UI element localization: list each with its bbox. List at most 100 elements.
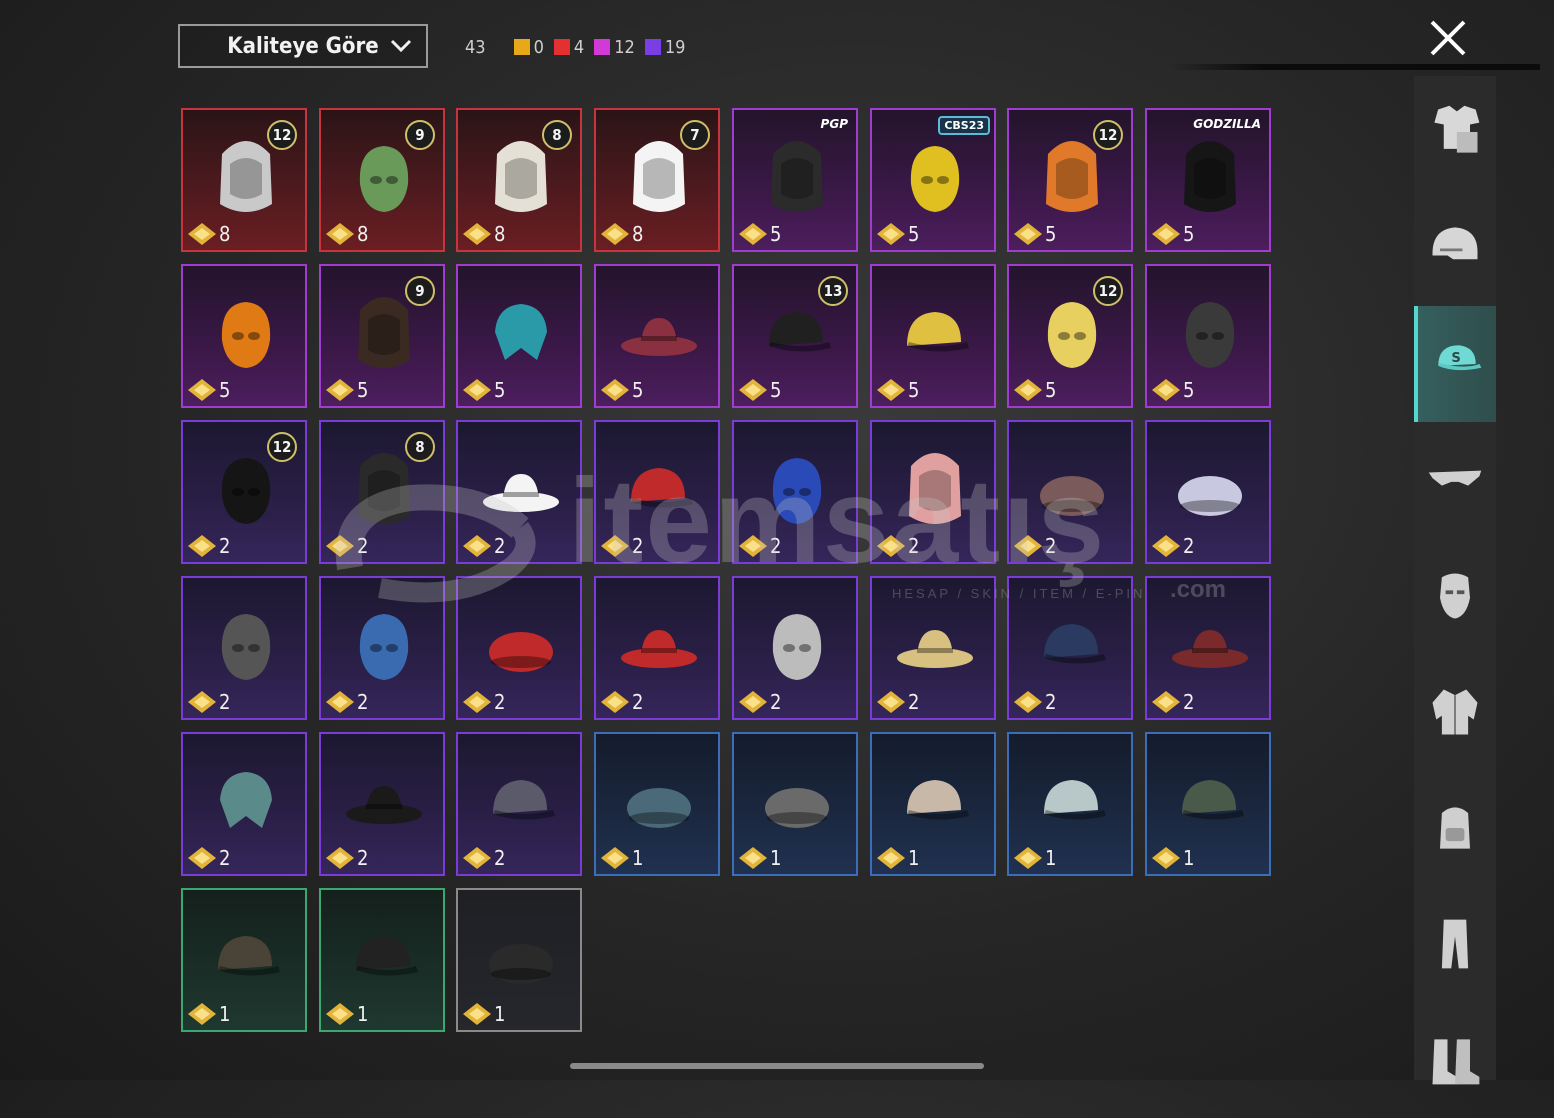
item-card[interactable]: 2	[319, 576, 445, 720]
item-points-value: 2	[1183, 534, 1195, 558]
count-red-value: 4	[573, 36, 585, 58]
item-card[interactable]: 78	[594, 108, 720, 252]
item-card[interactable]: 1	[870, 732, 996, 876]
item-card[interactable]: 2	[181, 576, 307, 720]
category-tab-outfit[interactable]	[1414, 74, 1496, 190]
sort-dropdown-label: Kaliteye Göre	[227, 33, 379, 59]
item-card[interactable]: GODZILLA 5	[1145, 108, 1271, 252]
item-card[interactable]: 2	[732, 420, 858, 564]
coin-diamond-icon	[739, 847, 767, 869]
item-card[interactable]: 12 2	[181, 420, 307, 564]
item-card[interactable]: 1	[456, 888, 582, 1032]
coin-diamond-icon	[1014, 535, 1042, 557]
cap-icon: S	[1438, 345, 1482, 371]
cricket-helmet-icon	[772, 458, 822, 524]
item-card[interactable]: 2	[1007, 576, 1133, 720]
coin-diamond-icon	[877, 535, 905, 557]
item-card[interactable]: 1	[732, 732, 858, 876]
item-card[interactable]: 1	[594, 732, 720, 876]
shark-head-icon	[772, 614, 822, 680]
item-points: 1	[600, 846, 643, 870]
coin-diamond-icon	[326, 223, 354, 245]
item-card[interactable]: CBS23 5	[870, 108, 996, 252]
coin-diamond-icon	[601, 847, 629, 869]
item-card[interactable]: 5	[1145, 264, 1271, 408]
item-card[interactable]: 2	[594, 420, 720, 564]
item-points: 5	[600, 378, 643, 402]
item-card[interactable]: 5	[181, 264, 307, 408]
item-points-value: 2	[357, 846, 369, 870]
item-points-value: 1	[1045, 846, 1057, 870]
item-card[interactable]: 12 8	[181, 108, 307, 252]
home-indicator[interactable]	[570, 1063, 984, 1069]
category-tab-pants[interactable]	[1414, 886, 1496, 1002]
item-points-value: 5	[357, 378, 369, 402]
white-sun-hat-icon	[483, 474, 559, 512]
item-card[interactable]: 2	[181, 732, 307, 876]
coin-diamond-icon	[601, 535, 629, 557]
category-tab-jacket[interactable]	[1414, 654, 1496, 770]
item-points: 2	[325, 690, 368, 714]
item-card[interactable]: 2	[456, 576, 582, 720]
item-card[interactable]: 2	[456, 420, 582, 564]
item-points: 2	[600, 690, 643, 714]
item-card[interactable]: 2	[456, 732, 582, 876]
item-card[interactable]: 5	[594, 264, 720, 408]
item-points-value: 5	[219, 378, 231, 402]
item-card[interactable]: 2	[1145, 576, 1271, 720]
item-card[interactable]: 2	[870, 576, 996, 720]
item-points: 2	[876, 534, 919, 558]
item-points-value: 2	[494, 690, 506, 714]
item-card[interactable]: 5	[456, 264, 582, 408]
item-points-value: 2	[219, 534, 231, 558]
item-card[interactable]: 2	[319, 732, 445, 876]
item-card[interactable]: 2	[870, 420, 996, 564]
item-card[interactable]: 98	[319, 108, 445, 252]
item-card[interactable]: 82	[319, 420, 445, 564]
item-points: 5	[738, 378, 781, 402]
item-points-value: 2	[770, 534, 782, 558]
upgrade-level-badge: 8	[405, 432, 435, 462]
item-points-value: 5	[770, 222, 782, 246]
category-tab-glasses[interactable]	[1414, 422, 1496, 538]
item-card[interactable]: 88	[456, 108, 582, 252]
item-points-value: 2	[1045, 534, 1057, 558]
item-points: 2	[187, 690, 230, 714]
item-card[interactable]: 12 5	[1007, 264, 1133, 408]
item-points: 8	[600, 222, 643, 246]
fish-cap-icon	[907, 312, 969, 352]
item-card[interactable]: 95	[319, 264, 445, 408]
item-card[interactable]: PGP 5	[732, 108, 858, 252]
category-tab-cap[interactable]: S	[1414, 306, 1496, 422]
category-tab-backpack[interactable]	[1414, 770, 1496, 886]
item-card[interactable]: 1	[1007, 732, 1133, 876]
item-points-value: 2	[908, 534, 920, 558]
item-card[interactable]: 1	[181, 888, 307, 1032]
item-points: 2	[738, 534, 781, 558]
coin-diamond-icon	[326, 691, 354, 713]
item-card[interactable]: 12 5	[1007, 108, 1133, 252]
category-tab-mask[interactable]	[1414, 538, 1496, 654]
category-tab-helmet[interactable]	[1414, 190, 1496, 306]
sort-dropdown[interactable]: Kaliteye Göre	[178, 24, 428, 68]
collab-tag: GODZILLA	[1193, 117, 1261, 131]
item-card[interactable]: 13 5	[732, 264, 858, 408]
item-card[interactable]: 2	[1007, 420, 1133, 564]
item-card[interactable]: 1	[319, 888, 445, 1032]
sundae-hat-icon	[897, 630, 973, 668]
item-card[interactable]: 2	[732, 576, 858, 720]
shark-hood-icon	[359, 614, 409, 680]
coin-diamond-icon	[601, 223, 629, 245]
coin-diamond-icon	[1014, 223, 1042, 245]
category-tab-boots[interactable]	[1414, 1002, 1496, 1118]
item-card[interactable]: 2	[1145, 420, 1271, 564]
count-gold-value: 0	[533, 36, 544, 58]
item-points: 2	[325, 534, 368, 558]
item-points-value: 5	[770, 378, 782, 402]
coin-diamond-icon	[739, 379, 767, 401]
coin-diamond-icon	[1014, 847, 1042, 869]
close-icon[interactable]	[1428, 18, 1468, 58]
item-card[interactable]: 1	[1145, 732, 1271, 876]
item-card[interactable]: 2	[594, 576, 720, 720]
item-card[interactable]: 5	[870, 264, 996, 408]
